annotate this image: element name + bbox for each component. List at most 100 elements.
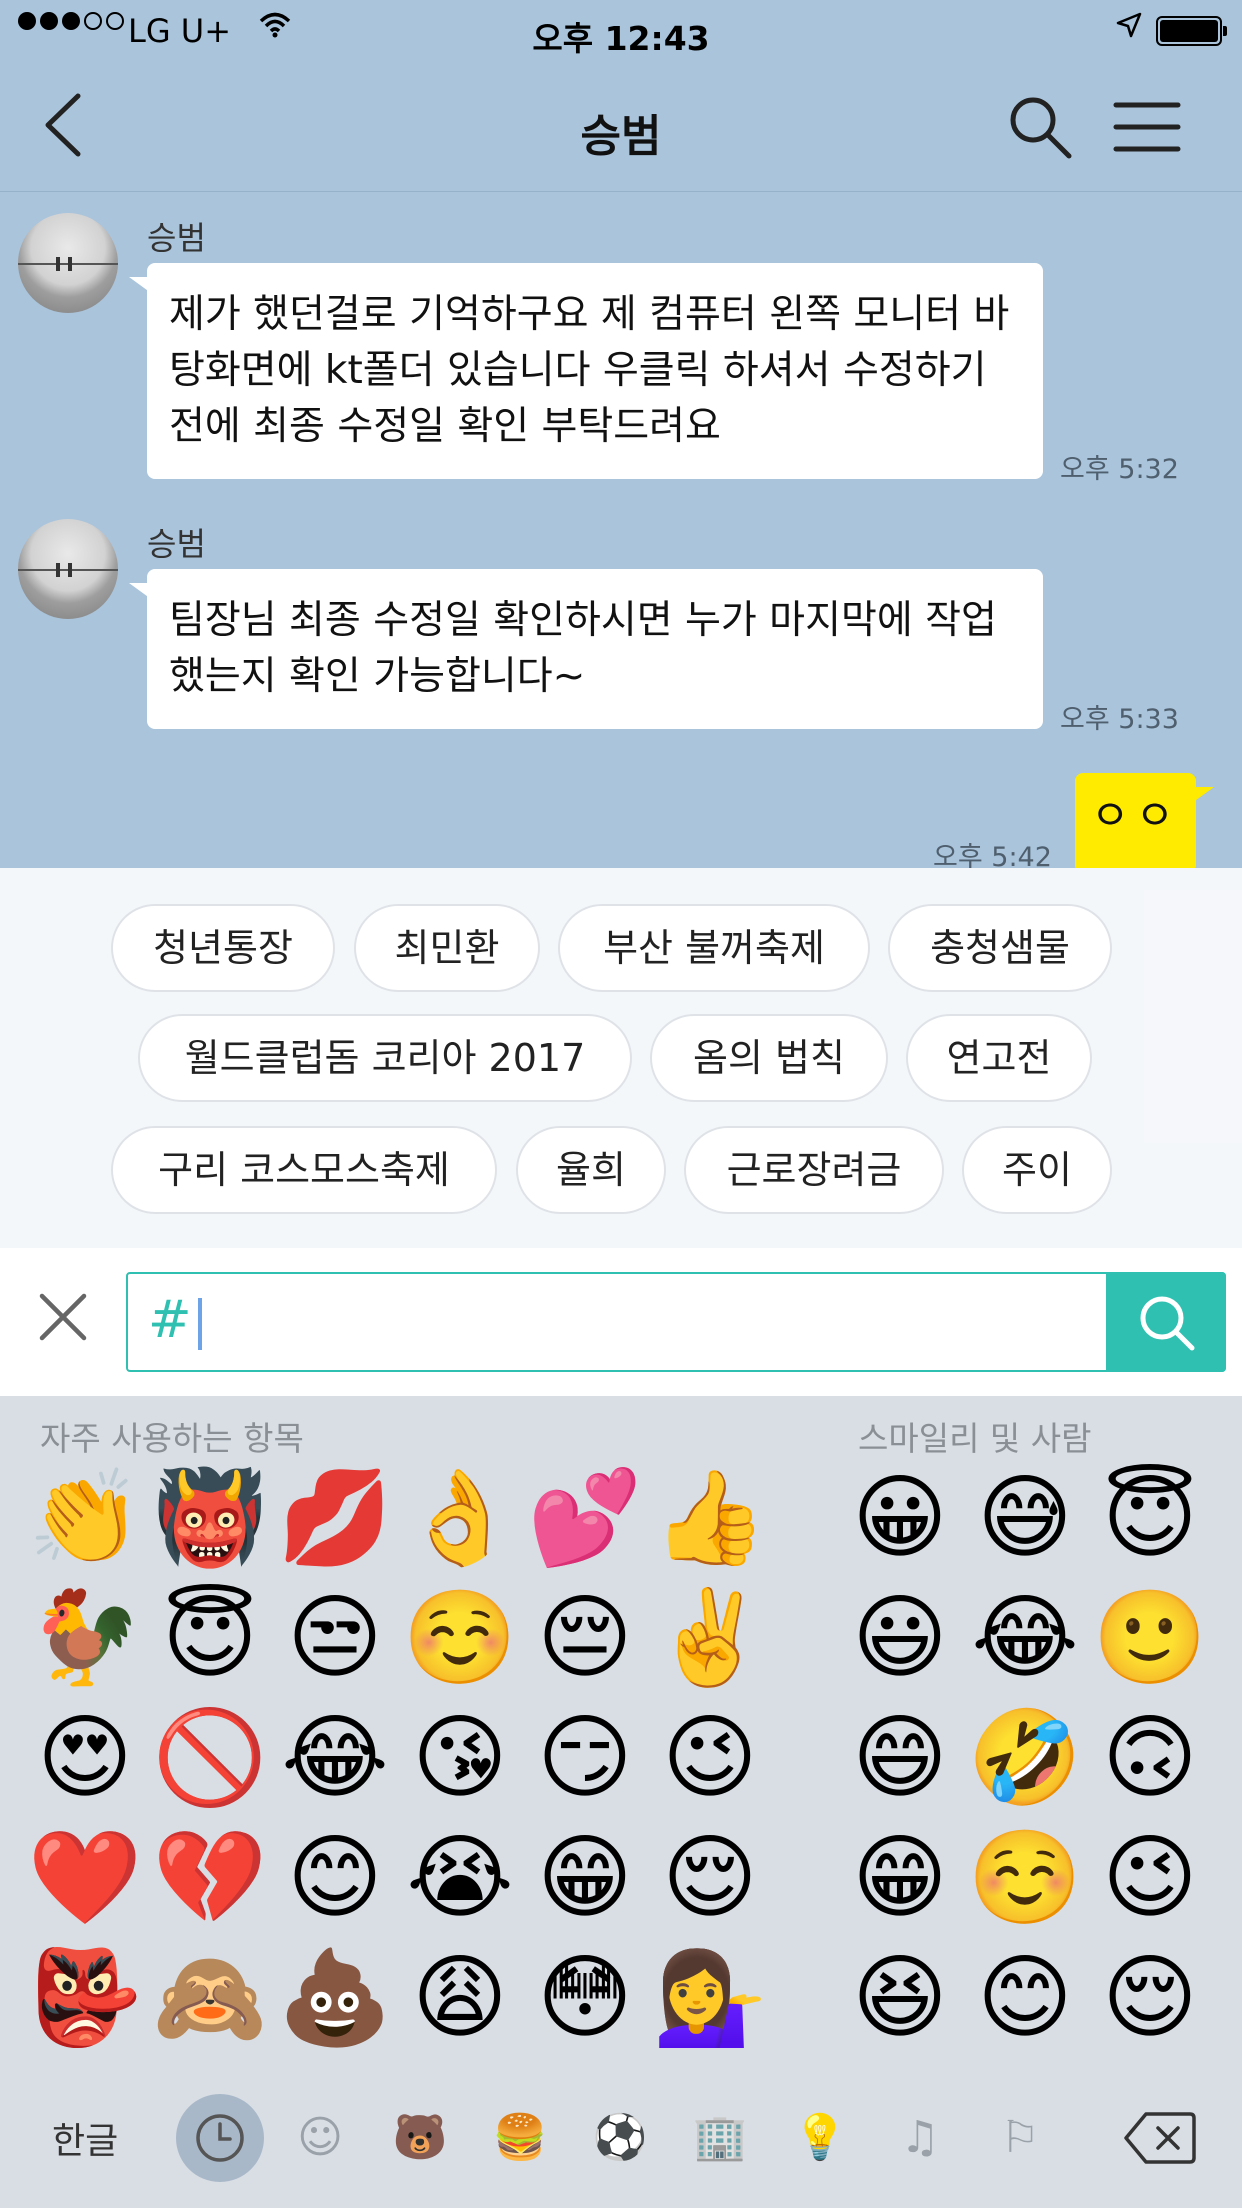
emoji-key[interactable]: 😅	[965, 1458, 1085, 1578]
emoji-key[interactable]: 🚫	[150, 1698, 270, 1818]
avatar[interactable]	[18, 213, 118, 313]
emoji-key[interactable]: ✌️	[650, 1578, 770, 1698]
tag-chip[interactable]: 연고전	[906, 1014, 1092, 1102]
message-bubble[interactable]: 팀장님 최종 수정일 확인하시면 누가 마지막에 작업했는지 확인 가능합니다~	[129, 569, 1043, 729]
emoji-key[interactable]: 👌	[400, 1458, 520, 1578]
hashtag-search-bar: #	[0, 1248, 1242, 1396]
emoji-key[interactable]: 😁	[840, 1818, 960, 1938]
emoji-key[interactable]: 😘	[400, 1698, 520, 1818]
emoji-key[interactable]: 😂	[275, 1698, 395, 1818]
emoji-key[interactable]: 💋	[275, 1458, 395, 1578]
hamburger-menu-icon	[1113, 102, 1181, 152]
emoji-key[interactable]: ❤️	[25, 1818, 145, 1938]
tag-chip[interactable]: 근로장려금	[684, 1126, 944, 1214]
emoji-key[interactable]: 👹	[150, 1458, 270, 1578]
clock: 오후 12:43	[532, 19, 710, 58]
message-time: 오후 5:33	[1060, 704, 1179, 735]
section-label-frequent: 자주 사용하는 항목	[40, 1419, 304, 1458]
location-arrow-icon	[1116, 12, 1142, 45]
emoji-key[interactable]: 😊	[275, 1818, 395, 1938]
emoji-key[interactable]: 🤣	[965, 1698, 1085, 1818]
smiley-category-icon[interactable]: ☺	[290, 2108, 350, 2168]
hangul-keyboard-button[interactable]: 한글	[52, 2112, 118, 2164]
emoji-key[interactable]: ☺️	[400, 1578, 520, 1698]
emoji-key[interactable]: 🐓	[25, 1578, 145, 1698]
tag-chip[interactable]: 옴의 법칙	[650, 1014, 888, 1102]
search-icon	[1010, 97, 1072, 159]
emoji-key[interactable]: 💕	[525, 1458, 645, 1578]
search-icon	[1140, 1296, 1195, 1351]
emoji-key[interactable]: 😊	[965, 1938, 1085, 2058]
sender-name: 승범	[147, 525, 206, 563]
emoji-key[interactable]: 😔	[525, 1578, 645, 1698]
backspace-button[interactable]	[1124, 2110, 1196, 2166]
search-button[interactable]	[1005, 92, 1075, 162]
emoji-key[interactable]: 😉	[650, 1698, 770, 1818]
battery-icon	[1156, 16, 1227, 46]
emoji-key[interactable]: 😏	[525, 1698, 645, 1818]
emoji-key[interactable]: 💩	[275, 1938, 395, 2058]
emoji-key[interactable]: 😳	[525, 1938, 645, 2058]
tag-chip[interactable]: 월드클럽돔 코리아 2017	[138, 1014, 632, 1102]
message-bubble[interactable]: 제가 했던걸로 기억하구요 제 컴퓨터 왼쪽 모니터 바탕화면에 kt폴더 있습…	[129, 263, 1043, 479]
travel-category-icon[interactable]: 🏢	[690, 2108, 750, 2168]
objects-category-icon[interactable]: 💡	[790, 2108, 850, 2168]
emoji-key[interactable]: 😇	[1090, 1458, 1210, 1578]
emoji-key[interactable]: 😄	[840, 1698, 960, 1818]
emoji-keyboard: 자주 사용하는 항목 스마일리 및 사람 👏 👹 💋 👌 💕 👍 🐓 😇 😒 ☺️ 😔 ✌️ 😍 🚫 😂 😘 😏…	[0, 1396, 1242, 2208]
emoji-key[interactable]: 💁‍♀️	[650, 1938, 770, 2058]
emoji-key[interactable]: 😃	[840, 1578, 960, 1698]
avatar[interactable]	[18, 519, 118, 619]
emoji-key[interactable]: 😭	[400, 1818, 520, 1938]
tag-chip[interactable]: 구리 코스모스축제	[111, 1126, 497, 1214]
emoji-key[interactable]: 🙈	[150, 1938, 270, 2058]
symbols-category-icon[interactable]: ♫	[890, 2108, 950, 2168]
tag-chip[interactable]: 청년통장	[111, 904, 335, 992]
chat-header: 승범	[0, 62, 1242, 192]
sender-name: 승범	[147, 219, 206, 257]
emoji-key[interactable]: 😉	[1090, 1818, 1210, 1938]
text-cursor	[198, 1298, 202, 1350]
emoji-key[interactable]: 😍	[25, 1698, 145, 1818]
hashtag-search-input[interactable]: #	[126, 1272, 1226, 1372]
emoji-key[interactable]: 😌	[650, 1818, 770, 1938]
recent-category-tab[interactable]	[176, 2094, 264, 2182]
trending-tags-panel: 청년통장 최민환 부산 불꺼축제 충청샘물 월드클럽돔 코리아 2017 옴의 …	[0, 868, 1242, 1248]
emoji-key[interactable]: 😂	[965, 1578, 1085, 1698]
menu-button[interactable]	[1112, 97, 1182, 157]
hash-prefix: #	[148, 1290, 192, 1350]
close-icon	[39, 1293, 87, 1341]
flags-category-icon[interactable]: ⚐	[990, 2108, 1050, 2168]
emoji-key[interactable]: 👺	[25, 1938, 145, 2058]
tag-chip[interactable]: 최민환	[354, 904, 540, 992]
emoji-key[interactable]: 😆	[840, 1938, 960, 2058]
clock-icon	[196, 2114, 244, 2162]
message-bubble-sent[interactable]: ㅇㅇ	[1075, 773, 1214, 868]
message-time: 오후 5:42	[933, 842, 1052, 868]
message-list[interactable]: 승범 제가 했던걸로 기억하구요 제 컴퓨터 왼쪽 모니터 바탕화면에 kt폴더…	[0, 193, 1242, 868]
backspace-icon	[1124, 2112, 1196, 2164]
search-submit-button[interactable]	[1106, 1272, 1226, 1372]
tag-chip[interactable]: 부산 불꺼축제	[558, 904, 870, 992]
message-time: 오후 5:32	[1060, 454, 1179, 485]
emoji-key[interactable]: 😩	[400, 1938, 520, 2058]
food-category-icon[interactable]: 🍔	[490, 2108, 550, 2168]
sports-category-icon[interactable]: ⚽	[590, 2108, 650, 2168]
emoji-key[interactable]: 😀	[840, 1458, 960, 1578]
emoji-key[interactable]: 😁	[525, 1818, 645, 1938]
tag-chip[interactable]: 율희	[516, 1126, 666, 1214]
emoji-key[interactable]: 👍	[650, 1458, 770, 1578]
emoji-key[interactable]: 🙂	[1090, 1578, 1210, 1698]
tag-chip[interactable]: 충청샘물	[888, 904, 1112, 992]
emoji-key[interactable]: 😌	[1090, 1938, 1210, 2058]
emoji-key[interactable]: 💔	[150, 1818, 270, 1938]
emoji-key[interactable]: 🙃	[1090, 1698, 1210, 1818]
emoji-key[interactable]: 👏	[25, 1458, 145, 1578]
emoji-key[interactable]: ☺️	[965, 1818, 1085, 1938]
emoji-key[interactable]: 😇	[150, 1578, 270, 1698]
animal-category-icon[interactable]: 🐻	[390, 2108, 450, 2168]
tag-chip[interactable]: 주이	[962, 1126, 1112, 1214]
section-label-smileys: 스마일리 및 사람	[858, 1419, 1092, 1458]
emoji-key[interactable]: 😒	[275, 1578, 395, 1698]
close-button[interactable]	[36, 1290, 90, 1344]
